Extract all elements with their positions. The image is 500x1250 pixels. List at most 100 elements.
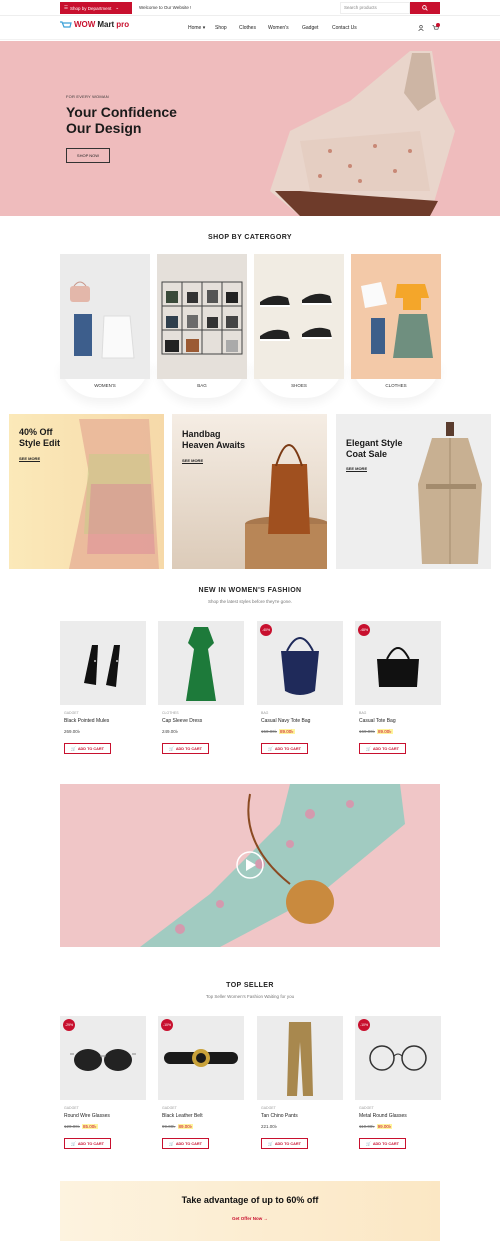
category-label-shoes: SHOES xyxy=(291,383,307,388)
cart-icon: 🛒 xyxy=(169,747,174,751)
product-category: GADGET xyxy=(64,1106,79,1110)
category-womens[interactable] xyxy=(60,254,150,379)
promo-see-more-1[interactable]: SEE MORE xyxy=(19,456,41,462)
new-in-title: NEW IN WOMEN'S FASHION xyxy=(198,587,302,594)
product-price: 269.00৳ xyxy=(64,729,81,734)
category-label-womens: WOMEN'S xyxy=(94,383,116,388)
menu-icon: ☰ xyxy=(64,5,69,10)
promo-title-1: 40% Off Style Edit xyxy=(19,427,61,448)
site-logo[interactable]: WOW Mart pro xyxy=(60,20,129,29)
product-image: -10% xyxy=(355,1016,441,1100)
shop-by-department-button[interactable]: ☰ Shop by Department ⌄ xyxy=(60,2,132,14)
department-label: Shop by Department xyxy=(70,5,112,11)
promo-see-more-3[interactable]: SEE MORE xyxy=(346,466,368,472)
product-image xyxy=(60,621,146,705)
product-category: CLOTHES xyxy=(162,711,179,715)
add-to-cart-button[interactable]: 🛒 ADD TO CART xyxy=(261,743,308,754)
cart-icon: 🛒 xyxy=(366,747,371,751)
welcome-text: Welcome to Our Website ! xyxy=(139,5,192,10)
bag-category-image xyxy=(161,281,243,355)
add-to-cart-button[interactable]: 🛒 ADD TO CART xyxy=(64,743,111,754)
discount-badge: -29% xyxy=(63,1019,75,1031)
add-to-cart-button[interactable]: 🛒 ADD TO CART xyxy=(162,743,209,754)
add-to-cart-button[interactable]: 🛒 ADD TO CART xyxy=(359,743,406,754)
product-name[interactable]: Tan Chino Pants xyxy=(261,1113,298,1119)
add-to-cart-button[interactable]: 🛒 ADD TO CART xyxy=(359,1138,406,1149)
nav-womens[interactable]: Women's xyxy=(268,25,289,31)
cart-count-badge xyxy=(436,23,440,27)
cart-logo-icon xyxy=(60,20,72,28)
product-category: BAG xyxy=(359,711,367,715)
product-price: 249.00৳ xyxy=(162,729,179,734)
add-to-cart-button[interactable]: 🛒 ADD TO CART xyxy=(261,1138,308,1149)
product-card[interactable]: -29% GADGET Round Wire Glasses 120.00৳ 85… xyxy=(60,1016,146,1162)
add-to-cart-button[interactable]: 🛒 ADD TO CART xyxy=(64,1138,111,1149)
search-input[interactable]: Search products xyxy=(340,2,410,14)
category-label-clothes: CLOTHES xyxy=(385,383,407,388)
discount-badge: -40% xyxy=(260,624,272,636)
product-category: BAG xyxy=(261,711,269,715)
offer-banner xyxy=(60,1181,440,1241)
offer-title: Take advantage of up to 60% off xyxy=(181,1195,319,1205)
discount-badge: -10% xyxy=(161,1019,173,1031)
product-card[interactable]: CLOTHES Cap Sleeve Dress 249.00৳ 🛒 ADD TO… xyxy=(158,621,244,767)
cart-icon: 🛒 xyxy=(169,1142,174,1146)
video-banner[interactable] xyxy=(60,784,440,947)
promo-see-more-2[interactable]: SEE MORE xyxy=(182,458,204,464)
hero-tagline: FOR EVERY WOMAN xyxy=(66,94,109,99)
new-in-subtitle: Shop the latest styles before they're go… xyxy=(208,599,292,604)
category-shoes[interactable] xyxy=(254,254,344,379)
product-card[interactable]: -10% GADGET Metal Round Glasses 110.00৳ 9… xyxy=(355,1016,441,1162)
nav-clothes[interactable]: Clothes xyxy=(239,25,256,31)
product-price: 99.00৳ 89.00৳ xyxy=(162,1124,194,1129)
product-image xyxy=(158,621,244,705)
category-bag[interactable] xyxy=(157,254,247,379)
cart-icon: 🛒 xyxy=(71,1142,76,1146)
shoes-category-image xyxy=(260,293,332,341)
nav-contact[interactable]: Contact Us xyxy=(332,25,357,31)
get-offer-link[interactable]: Get Offer Now → xyxy=(0,1216,500,1221)
product-name[interactable]: Metal Round Glasses xyxy=(359,1113,407,1119)
product-category: GADGET xyxy=(64,711,79,715)
product-price: 221.00৳ xyxy=(261,1124,278,1129)
product-name[interactable]: Black Pointed Mules xyxy=(64,718,109,724)
cart-icon: 🛒 xyxy=(268,1142,273,1146)
nav-shop[interactable]: Shop xyxy=(215,25,227,31)
product-name[interactable]: Casual Tote Bag xyxy=(359,718,396,724)
product-name[interactable]: Cap Sleeve Dress xyxy=(162,718,202,724)
product-card[interactable]: -10% GADGET Black Leather Belt 99.00৳ 89.… xyxy=(158,1016,244,1162)
floral-dress-bag-image xyxy=(140,784,405,947)
product-price: 150.00৳ 89.00৳ xyxy=(261,729,295,734)
logo-pro: pro xyxy=(116,20,130,29)
search-button[interactable] xyxy=(410,2,440,14)
shop-now-button[interactable]: SHOP NOW xyxy=(66,148,110,163)
product-image: -48% xyxy=(355,621,441,705)
top-bar: ☰ Shop by Department ⌄ Welcome to Our We… xyxy=(0,0,500,16)
product-card[interactable]: GADGET Tan Chino Pants 221.00৳ 🛒 ADD TO C… xyxy=(257,1016,343,1162)
top-seller-subtitle: Top Seller Women's Fashion Waiting for y… xyxy=(205,994,295,999)
product-image: -10% xyxy=(158,1016,244,1100)
cart-icon: 🛒 xyxy=(366,1142,371,1146)
discount-badge: -10% xyxy=(358,1019,370,1031)
promo-title-2: Handbag Heaven Awaits xyxy=(182,429,246,450)
product-category: GADGET xyxy=(162,1106,177,1110)
product-card[interactable]: GADGET Black Pointed Mules 269.00৳ 🛒 ADD … xyxy=(60,621,146,767)
product-name[interactable]: Black Leather Belt xyxy=(162,1113,203,1119)
logo-wow: WOW xyxy=(74,20,96,29)
product-category: GADGET xyxy=(261,1106,276,1110)
user-icon[interactable] xyxy=(418,25,424,31)
product-name[interactable]: Round Wire Glasses xyxy=(64,1113,110,1119)
product-name[interactable]: Casual Navy Tote Bag xyxy=(261,718,310,724)
product-image: -40% xyxy=(257,621,343,705)
nav-home[interactable]: Home ▾ xyxy=(188,25,205,31)
product-card[interactable]: -48% BAG Casual Tote Bag 169.00৳ 89.00৳ 🛒… xyxy=(355,621,441,767)
category-clothes[interactable] xyxy=(351,254,441,379)
product-image xyxy=(257,1016,343,1100)
product-category: GADGET xyxy=(359,1106,374,1110)
cart-icon: 🛒 xyxy=(71,747,76,751)
product-card[interactable]: -40% BAG Casual Navy Tote Bag 150.00৳ 89.… xyxy=(257,621,343,767)
add-to-cart-button[interactable]: 🛒 ADD TO CART xyxy=(162,1138,209,1149)
chevron-down-icon: ⌄ xyxy=(115,5,120,10)
nav-gadget[interactable]: Gadget xyxy=(302,25,318,31)
product-price: 120.00৳ 85.00৳ xyxy=(64,1124,98,1129)
